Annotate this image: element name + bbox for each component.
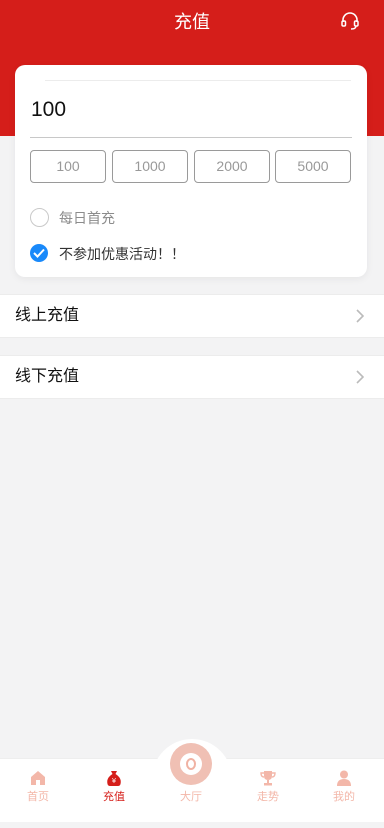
recharge-card: 100 100 1000 2000 5000 每日首充 不参加优惠活动！！ <box>15 65 367 277</box>
no-promotion-option[interactable]: 不参加优惠活动！！ <box>30 244 230 264</box>
chevron-right-icon <box>356 370 364 384</box>
preset-amounts: 100 1000 2000 5000 <box>30 150 352 183</box>
amount-underline <box>30 137 352 138</box>
preset-button-100[interactable]: 100 <box>30 150 106 183</box>
tab-recharge[interactable]: ¥ 充值 <box>76 759 152 823</box>
tab-label: 我的 <box>333 791 355 803</box>
check-circle-icon[interactable] <box>30 244 48 262</box>
offline-recharge-row[interactable]: 线下充值 <box>0 355 384 399</box>
tab-mine[interactable]: 我的 <box>306 759 382 823</box>
preset-button-2000[interactable]: 2000 <box>194 150 270 183</box>
online-recharge-label: 线上充值 <box>15 307 80 324</box>
home-icon <box>31 771 45 785</box>
option-label: 不参加优惠活动！！ <box>59 246 185 262</box>
tab-label: 走势 <box>257 791 279 803</box>
preset-button-1000[interactable]: 1000 <box>112 150 188 183</box>
tab-label: 首页 <box>27 791 49 803</box>
daily-first-recharge-option[interactable]: 每日首充 <box>30 208 230 228</box>
page-title: 充值 <box>174 12 210 32</box>
online-recharge-row[interactable]: 线上充值 <box>0 294 384 338</box>
svg-text:¥: ¥ <box>112 777 117 785</box>
tab-home[interactable]: 首页 <box>0 759 76 823</box>
radio-unchecked-icon[interactable] <box>30 208 49 227</box>
offline-recharge-label: 线下充值 <box>15 368 80 385</box>
preset-button-5000[interactable]: 5000 <box>275 150 351 183</box>
user-icon <box>337 770 351 786</box>
bottom-safe-area <box>0 822 384 828</box>
tab-label: 大厅 <box>180 791 202 803</box>
tab-label: 充值 <box>103 791 125 803</box>
money-bag-icon: ¥ <box>107 771 121 786</box>
divider <box>45 80 351 81</box>
chevron-right-icon <box>356 309 364 323</box>
trophy-icon <box>260 771 276 786</box>
amount-input[interactable]: 100 <box>31 98 66 122</box>
lobby-icon[interactable] <box>170 743 212 785</box>
headset-icon[interactable] <box>340 11 360 31</box>
option-label: 每日首充 <box>59 210 115 226</box>
tab-trend[interactable]: 走势 <box>230 759 306 823</box>
